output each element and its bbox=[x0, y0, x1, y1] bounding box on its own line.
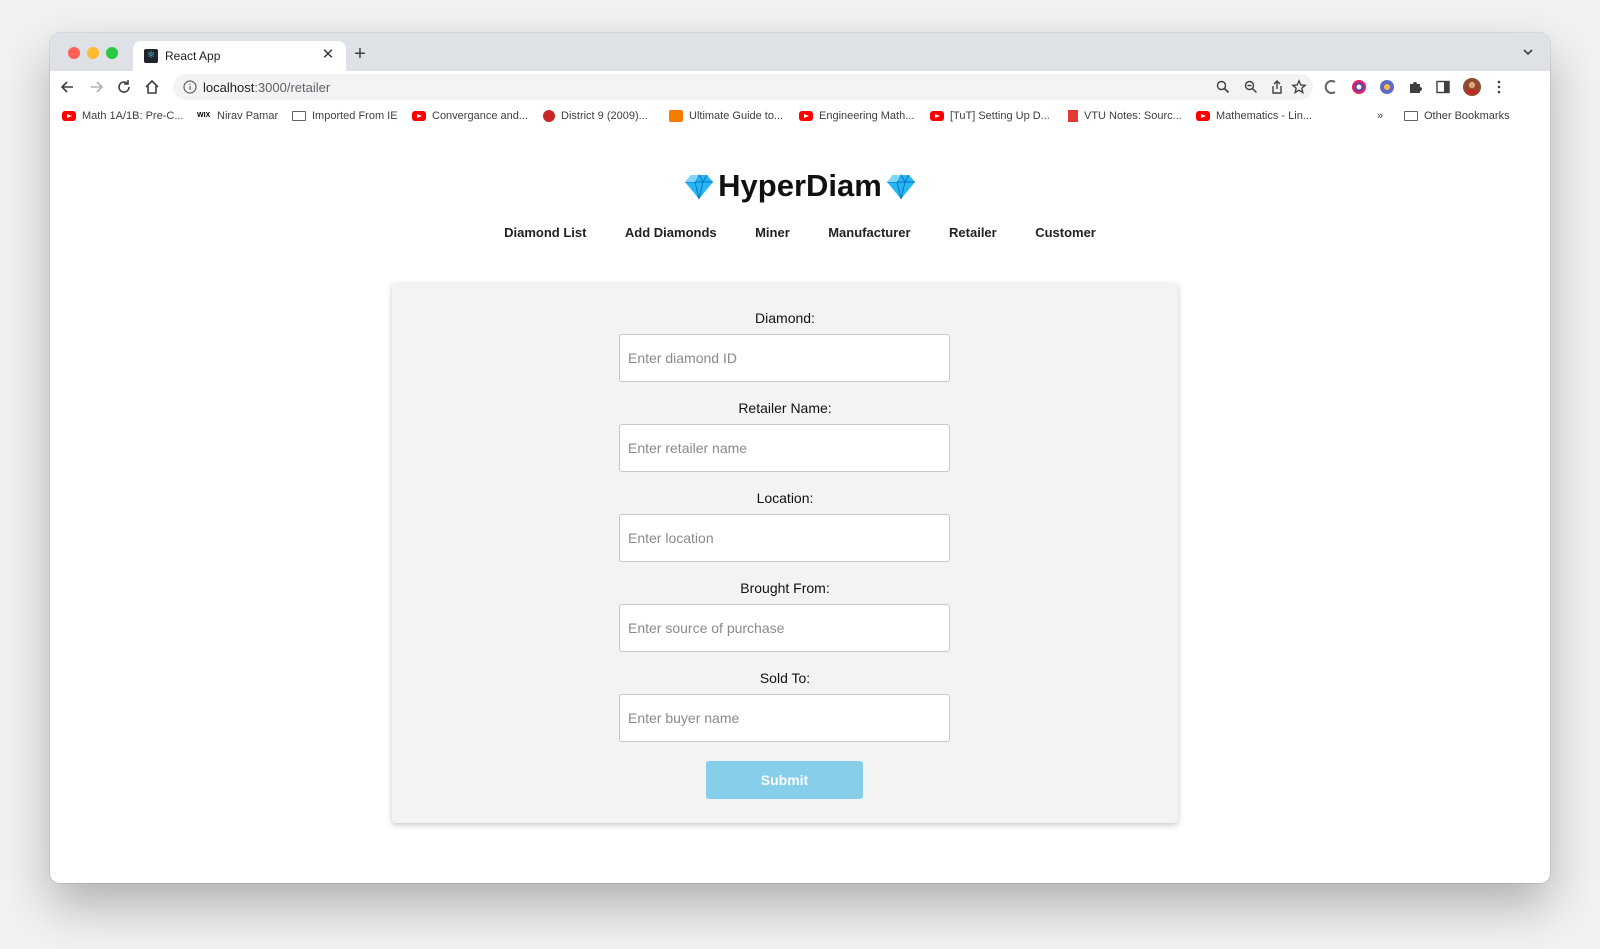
address-bar[interactable]: localhost:3000/retailer bbox=[173, 74, 1313, 100]
bookmark-item[interactable]: Convergance and... bbox=[412, 108, 528, 124]
brand-name: HyperDiam bbox=[718, 168, 882, 203]
tab-close-icon[interactable]: ✕ bbox=[319, 46, 337, 64]
youtube-icon bbox=[412, 111, 426, 122]
tab-search-chevron-icon[interactable] bbox=[1520, 44, 1536, 60]
side-panel-icon[interactable] bbox=[1435, 79, 1451, 95]
retailer-name-input[interactable] bbox=[619, 424, 950, 472]
sold-to-input[interactable] bbox=[619, 694, 950, 742]
extension-arc-icon[interactable] bbox=[1323, 79, 1339, 95]
browser-toolbar: localhost:3000/retailer bbox=[50, 71, 1550, 103]
bookmark-item[interactable]: Ultimate Guide to... bbox=[669, 108, 783, 124]
other-bookmarks-folder[interactable]: Other Bookmarks bbox=[1404, 108, 1510, 124]
nav-manufacturer[interactable]: Manufacturer bbox=[828, 225, 910, 240]
forward-arrow-icon[interactable] bbox=[86, 77, 106, 97]
diamond-field: Diamond: bbox=[392, 310, 1178, 382]
vtu-icon bbox=[1068, 110, 1078, 123]
bookmark-item[interactable]: WIX Nirav Pamar bbox=[197, 108, 278, 124]
browser-menu-icon[interactable] bbox=[1491, 79, 1507, 95]
bookmark-item[interactable]: VTU Notes: Sourc... bbox=[1068, 108, 1182, 124]
nav-retailer[interactable]: Retailer bbox=[949, 225, 997, 240]
tab-react-app[interactable]: ⚛ React App ✕ bbox=[133, 41, 346, 71]
diamond-label: Diamond: bbox=[755, 310, 815, 326]
browser-window: ⚛ React App ✕ + localhost:3000/retailer … bbox=[50, 33, 1550, 883]
sold-to-field: Sold To: bbox=[392, 670, 1178, 742]
diamond-id-input[interactable] bbox=[619, 334, 950, 382]
new-tab-button[interactable]: + bbox=[350, 44, 370, 64]
youtube-icon bbox=[1196, 111, 1210, 122]
site-info-icon[interactable] bbox=[183, 80, 197, 94]
folder-icon bbox=[292, 111, 306, 122]
youtube-icon bbox=[799, 111, 813, 122]
maximize-window-button[interactable] bbox=[106, 47, 118, 59]
nav-diamond-list[interactable]: Diamond List bbox=[504, 225, 586, 240]
share-icon[interactable] bbox=[1269, 79, 1285, 95]
youtube-icon bbox=[62, 111, 76, 122]
retailer-name-field: Retailer Name: bbox=[392, 400, 1178, 472]
location-label: Location: bbox=[756, 490, 814, 506]
app-title: HyperDiam bbox=[50, 168, 1550, 204]
nav-customer[interactable]: Customer bbox=[1035, 225, 1096, 240]
brought-from-field: Brought From: bbox=[392, 580, 1178, 652]
nav-add-diamonds[interactable]: Add Diamonds bbox=[625, 225, 717, 240]
bookmark-star-icon[interactable] bbox=[1291, 79, 1307, 95]
bookmark-item[interactable]: Engineering Math... bbox=[799, 108, 914, 124]
extensions-puzzle-icon[interactable] bbox=[1407, 79, 1423, 95]
brought-from-input[interactable] bbox=[619, 604, 950, 652]
folder-icon bbox=[1404, 111, 1418, 122]
back-arrow-icon[interactable] bbox=[58, 77, 78, 97]
react-favicon-icon: ⚛ bbox=[144, 49, 158, 63]
sold-to-label: Sold To: bbox=[759, 670, 811, 686]
bookmarks-bar: Math 1A/1B: Pre-C... WIX Nirav Pamar Impo… bbox=[50, 103, 1550, 131]
page-content: HyperDiam Diamond List Add Diamonds Mine… bbox=[50, 130, 1550, 883]
profile-avatar[interactable] bbox=[1463, 78, 1481, 96]
tab-strip: ⚛ React App ✕ + bbox=[50, 33, 1550, 71]
location-field: Location: bbox=[392, 490, 1178, 562]
bookmarks-overflow-button[interactable]: » bbox=[1377, 108, 1383, 124]
close-window-button[interactable] bbox=[68, 47, 80, 59]
search-icon[interactable] bbox=[1215, 79, 1231, 95]
home-icon[interactable] bbox=[142, 77, 162, 97]
location-input[interactable] bbox=[619, 514, 950, 562]
retailer-form: Diamond: Retailer Name: Location: Brough… bbox=[392, 283, 1178, 823]
bookmark-folder[interactable]: Imported From IE bbox=[292, 108, 398, 124]
gem-icon bbox=[685, 174, 714, 200]
url-text: localhost:3000/retailer bbox=[203, 80, 331, 95]
bookmark-item[interactable]: Math 1A/1B: Pre-C... bbox=[62, 108, 183, 124]
ott-icon bbox=[669, 110, 683, 123]
tab-title: React App bbox=[165, 49, 221, 63]
reload-icon[interactable] bbox=[114, 77, 134, 97]
brought-from-label: Brought From: bbox=[740, 580, 830, 596]
site-icon bbox=[543, 110, 555, 123]
bookmark-item[interactable]: District 9 (2009)... bbox=[543, 108, 648, 124]
nav-miner[interactable]: Miner bbox=[755, 225, 790, 240]
wix-icon: WIX bbox=[197, 112, 211, 120]
bookmark-item[interactable]: [TuT] Setting Up D... bbox=[930, 108, 1050, 124]
retailer-name-label: Retailer Name: bbox=[738, 400, 832, 416]
submit-button[interactable]: Submit bbox=[706, 761, 863, 799]
gem-icon bbox=[886, 174, 915, 200]
extension-circle-icon[interactable] bbox=[1379, 79, 1395, 95]
extension-color-picker-icon[interactable] bbox=[1351, 79, 1367, 95]
bookmark-item[interactable]: Mathematics - Lin... bbox=[1196, 108, 1312, 124]
youtube-icon bbox=[930, 111, 944, 122]
minimize-window-button[interactable] bbox=[87, 47, 99, 59]
zoom-out-icon[interactable] bbox=[1243, 79, 1259, 95]
main-nav: Diamond List Add Diamonds Miner Manufact… bbox=[50, 224, 1550, 242]
